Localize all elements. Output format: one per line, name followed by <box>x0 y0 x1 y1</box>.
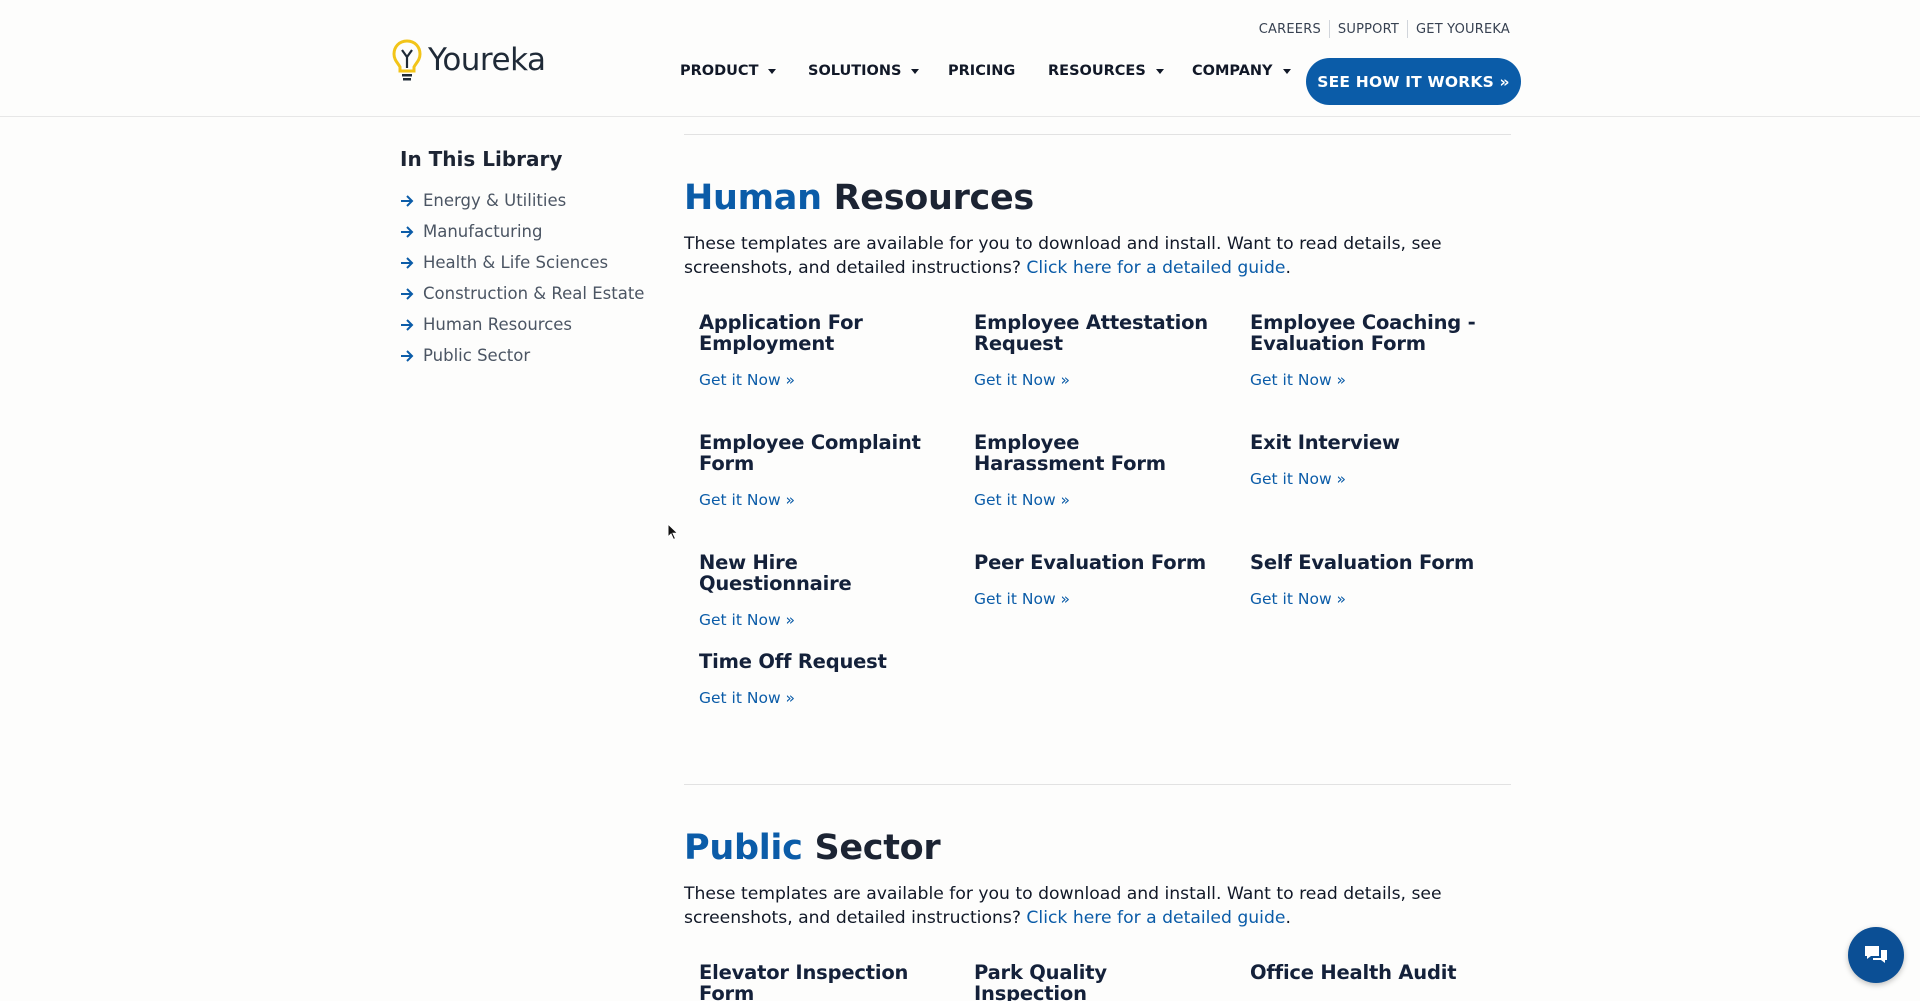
arrow-right-icon <box>401 194 414 207</box>
template-title: Elevator Inspection Form <box>699 961 909 1001</box>
detailed-guide-link[interactable]: Click here for a detailed guide <box>1026 908 1285 928</box>
template-title: Employee Attestation Request <box>974 311 1208 355</box>
section-title-accent: Human <box>684 178 822 218</box>
nav-company[interactable]: COMPANY <box>1192 63 1291 79</box>
sidebar-item-label: Construction & Real Estate <box>423 284 645 303</box>
template-card: Peer Evaluation Form Get it Now » <box>974 552 1214 608</box>
nav-resources[interactable]: RESOURCES <box>1048 63 1164 79</box>
arrow-right-icon <box>401 256 414 269</box>
get-it-now-link[interactable]: Get it Now » <box>699 689 939 707</box>
sidebar-item-health-life-sciences[interactable]: Health & Life Sciences <box>400 247 660 278</box>
template-card: Exit Interview Get it Now » <box>1250 432 1490 488</box>
get-it-now-link[interactable]: Get it Now » <box>1250 371 1490 389</box>
brand-logo[interactable]: Youreka <box>392 38 546 82</box>
template-title: Office Health Audit <box>1250 961 1457 984</box>
detailed-guide-link[interactable]: Click here for a detailed guide <box>1026 258 1285 278</box>
template-title: Employee Coaching - Evaluation Form <box>1250 311 1476 355</box>
sidebar-item-label: Public Sector <box>423 346 531 365</box>
template-title: Application For Employment <box>699 311 863 355</box>
sidebar-item-human-resources[interactable]: Human Resources <box>400 309 660 340</box>
site-header: Youreka CAREERS SUPPORT GET YOUREKA PROD… <box>0 0 1920 117</box>
sidebar-item-label: Energy & Utilities <box>423 191 567 210</box>
section-title-public-sector: Public Sector <box>684 828 941 868</box>
sidebar-item-energy-utilities[interactable]: Energy & Utilities <box>400 185 660 216</box>
see-how-it-works-button[interactable]: SEE HOW IT WORKS » <box>1306 58 1521 105</box>
get-it-now-link[interactable]: Get it Now » <box>974 491 1214 509</box>
nav-product[interactable]: PRODUCT <box>680 63 777 79</box>
section-intro: These templates are available for you to… <box>684 232 1524 280</box>
nav-pricing[interactable]: PRICING <box>948 63 1015 79</box>
lightbulb-icon <box>392 39 422 81</box>
nav-product-label: PRODUCT <box>680 63 759 79</box>
template-title: New Hire Questionnaire <box>699 551 852 595</box>
sidebar-item-label: Human Resources <box>423 315 573 334</box>
template-title: Peer Evaluation Form <box>974 551 1206 574</box>
chat-icon <box>1865 946 1887 963</box>
template-card: Employee Coaching - Evaluation Form Get … <box>1250 312 1490 389</box>
mouse-cursor-icon <box>667 523 679 541</box>
template-title: Self Evaluation Form <box>1250 551 1475 574</box>
section-title-accent: Public <box>684 828 803 868</box>
section-divider <box>684 784 1511 785</box>
template-card: Self Evaluation Form Get it Now » <box>1250 552 1490 608</box>
template-card: Employee Harassment Form Get it Now » <box>974 432 1214 509</box>
section-title-human-resources: Human Resources <box>684 178 1034 218</box>
sidebar-item-public-sector[interactable]: Public Sector <box>400 340 660 371</box>
caret-down-icon <box>768 68 777 74</box>
intro-end: . <box>1285 908 1291 928</box>
nav-solutions[interactable]: SOLUTIONS <box>808 63 920 79</box>
chat-widget-button[interactable] <box>1848 927 1904 983</box>
arrow-right-icon <box>401 287 414 300</box>
nav-company-label: COMPANY <box>1192 63 1273 79</box>
template-card: Employee Complaint Form Get it Now » <box>699 432 939 509</box>
get-it-now-link[interactable]: Get it Now » <box>974 590 1214 608</box>
get-it-now-link[interactable]: Get it Now » <box>974 371 1214 389</box>
sidebar-item-label: Health & Life Sciences <box>423 253 609 272</box>
arrow-right-icon <box>401 349 414 362</box>
template-card: Elevator Inspection Form <box>699 962 939 1001</box>
caret-down-icon <box>1282 68 1291 74</box>
nav-resources-label: RESOURCES <box>1048 63 1146 79</box>
template-title: Employee Harassment Form <box>974 431 1166 475</box>
brand-name: Youreka <box>428 42 546 78</box>
sidebar-item-manufacturing[interactable]: Manufacturing <box>400 216 660 247</box>
get-it-now-link[interactable]: Get it Now » <box>699 371 939 389</box>
template-card: Office Health Audit <box>1250 962 1490 983</box>
caret-down-icon <box>1155 68 1164 74</box>
get-it-now-link[interactable]: Get it Now » <box>699 491 939 509</box>
arrow-right-icon <box>401 225 414 238</box>
sidebar-item-construction-real-estate[interactable]: Construction & Real Estate <box>400 278 660 309</box>
link-divider <box>1328 20 1330 38</box>
get-it-now-link[interactable]: Get it Now » <box>1250 470 1490 488</box>
sidebar-item-label: Manufacturing <box>423 222 543 241</box>
section-divider <box>684 134 1511 135</box>
get-youreka-link[interactable]: GET YOUREKA <box>1416 22 1510 37</box>
template-card: Time Off Request Get it Now » <box>699 651 939 707</box>
sidebar-title: In This Library <box>400 147 563 171</box>
template-card: New Hire Questionnaire Get it Now » <box>699 552 939 629</box>
template-title: Time Off Request <box>699 650 887 673</box>
template-card: Employee Attestation Request Get it Now … <box>974 312 1214 389</box>
nav-solutions-label: SOLUTIONS <box>808 63 902 79</box>
link-divider <box>1407 20 1409 38</box>
caret-down-icon <box>911 68 920 74</box>
template-title: Employee Complaint Form <box>699 431 921 475</box>
support-link[interactable]: SUPPORT <box>1338 22 1399 37</box>
arrow-right-icon <box>401 318 414 331</box>
section-title-rest: Sector <box>802 828 941 868</box>
template-card: Application For Employment Get it Now » <box>699 312 939 389</box>
intro-end: . <box>1285 258 1291 278</box>
library-sidebar: In This Library Energy & Utilities Manuf… <box>400 147 660 371</box>
template-title: Park Quality Inspection <box>974 961 1107 1001</box>
template-card: Park Quality Inspection <box>974 962 1214 1001</box>
careers-link[interactable]: CAREERS <box>1259 22 1321 37</box>
template-title: Exit Interview <box>1250 431 1400 454</box>
section-intro: These templates are available for you to… <box>684 882 1524 930</box>
section-title-rest: Resources <box>821 178 1035 218</box>
get-it-now-link[interactable]: Get it Now » <box>1250 590 1490 608</box>
utility-links: CAREERS SUPPORT GET YOUREKA <box>1259 20 1510 38</box>
nav-pricing-label: PRICING <box>948 63 1016 79</box>
get-it-now-link[interactable]: Get it Now » <box>699 611 939 629</box>
